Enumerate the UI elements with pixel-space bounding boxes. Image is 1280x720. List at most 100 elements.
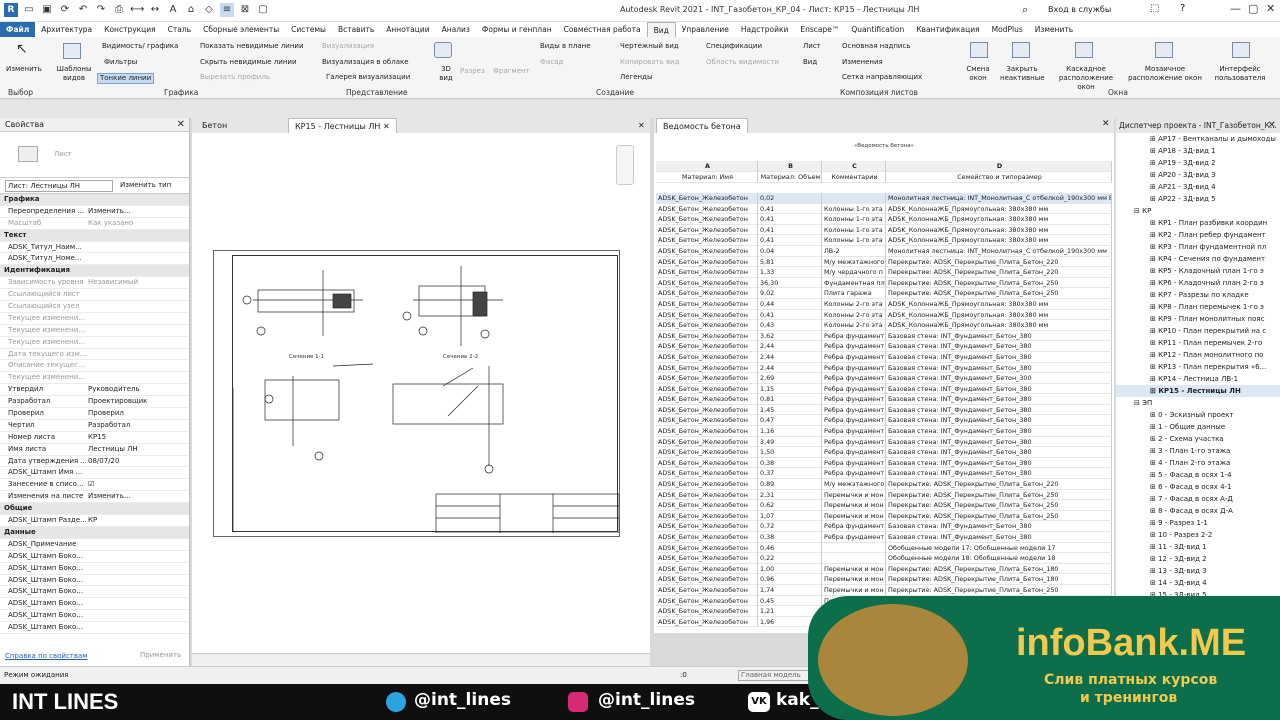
property-row[interactable]: ADSK_Штамп Имя ... — [0, 467, 189, 480]
schedule-cell[interactable]: 0,41 — [758, 309, 822, 321]
schedule-cell[interactable]: ADSK_Бетон_Железобетон — [656, 563, 758, 575]
schedule-cell[interactable]: ADSK_Бетон_Железобетон — [656, 521, 758, 532]
schedule-cell[interactable]: Базовая стена: INT_Фундамент_Бетон_380 — [886, 351, 1112, 363]
render-gallery-button[interactable]: Галерея визуализации — [326, 73, 410, 82]
thin-lines-button[interactable]: Тонкие линии — [97, 73, 155, 84]
schedule-cell[interactable]: Перекрытие: ADSK_Перекрытие_Плита_Бетон_… — [886, 563, 1112, 575]
property-row[interactable]: Текущее изменени... — [0, 372, 189, 385]
col-a[interactable]: A — [656, 161, 758, 172]
schedule-cell[interactable]: Базовая стена: INT_Фундамент_Бетон_300 — [886, 373, 1112, 384]
schedule-row[interactable]: ADSK_Бетон_Железобетон 0,41 Колонны 1-го э… — [656, 224, 1112, 236]
type-selector[interactable]: Лист — [0, 132, 189, 178]
schedule-cell[interactable]: М/у чердачного п — [822, 267, 886, 278]
property-row[interactable]: ADSK_Примечание — [0, 539, 189, 551]
schedule-cell[interactable]: Ребра фундамент — [822, 373, 886, 384]
render-cloud-button[interactable]: Визуализация в облаке — [322, 58, 409, 67]
schedule-cell[interactable]: Ребра фундамент — [822, 426, 886, 437]
expand-icon[interactable]: ⊞ — [1150, 351, 1158, 359]
property-value[interactable] — [86, 253, 189, 264]
view-control-bar[interactable] — [192, 653, 650, 666]
schedule-cell[interactable]: ADSK_Бетон_Железобетон — [656, 394, 758, 405]
schedule-cell[interactable]: Ребра фундамент — [822, 351, 886, 363]
property-value[interactable]: Изменить... — [86, 491, 189, 502]
schedule-cell[interactable]: Перемычки и мон — [822, 489, 886, 501]
3d-view-button[interactable]: 3D вид — [436, 65, 456, 83]
browser-item[interactable]: ⊞ КР7 - Разрезы по кладке — [1116, 289, 1280, 301]
duplicate-view-button[interactable]: Копировать вид — [620, 58, 679, 67]
schedule-cell[interactable]: ADSK_Бетон_Железобетон — [656, 415, 758, 427]
browser-item[interactable]: ⊞ 12 - 3Д-вид 2 — [1116, 553, 1280, 565]
browser-item[interactable]: ⊞ 7 - Фасад в осях А-Д — [1116, 493, 1280, 505]
schedules-button[interactable]: Спецификации — [706, 42, 762, 51]
schedule-row[interactable]: ADSK_Бетон_Железобетон 0,89 М/у межэтажног… — [656, 479, 1112, 490]
browser-item[interactable]: ⊞ КР14 - Лестница ЛВ-1 — [1116, 373, 1280, 385]
revisions-button[interactable]: Изменения — [842, 58, 883, 67]
schedule-cell[interactable]: Ребра фундамент — [822, 415, 886, 427]
tab-kr15-view[interactable]: КР15 - Лестницы ЛН ✕ — [288, 118, 397, 133]
property-section[interactable]: Текст — [0, 229, 189, 242]
schedule-cell[interactable]: ADSK_Бетон_Железобетон — [656, 214, 758, 225]
schedule-cell[interactable]: ADSK_Бетон_Железобетон — [656, 542, 758, 554]
schedule-row[interactable]: ADSK_Бетон_Железобетон 0,41 Колонны 1-го э… — [656, 235, 1112, 246]
switch-windows-button[interactable]: Смена окон — [962, 65, 994, 83]
redo-icon[interactable]: ↷ — [94, 3, 108, 17]
property-value[interactable] — [86, 242, 189, 253]
schedule-row[interactable]: ADSK_Бетон_Железобетон 0,96 Перемычки и мо… — [656, 574, 1112, 585]
col-b[interactable]: B — [758, 161, 822, 172]
schedule-row[interactable]: ADSK_Бетон_Железобетон 1,74 Перемычки и мо… — [656, 584, 1112, 596]
property-row[interactable]: ADSK_Штамп Боко... — [0, 610, 189, 623]
schedule-cell[interactable]: ADSK_Бетон_Железобетон — [656, 298, 758, 310]
schedule-cell[interactable]: Ребра фундамент — [822, 447, 886, 458]
schedule-cell[interactable]: М/у межэтажного — [822, 256, 886, 268]
tab-modplus[interactable]: ModPlus — [986, 22, 1029, 37]
browser-item[interactable]: ⊞ 2 - Схема участка — [1116, 433, 1280, 445]
legends-button[interactable]: Легенды — [620, 73, 653, 82]
property-row[interactable]: ADSK_Титул_Номе... — [0, 253, 189, 266]
schedule-cell[interactable]: Перекрытие: ADSK_Перекрытие_Плита_Бетон_… — [886, 574, 1112, 585]
header-comments[interactable]: Комментарии — [822, 172, 886, 183]
schedule-row[interactable]: ADSK_Бетон_Железобетон 0,22 Обобщенные мод… — [656, 553, 1112, 564]
schedule-cell[interactable]: ADSK_Бетон_Железобетон — [656, 330, 758, 342]
schedule-cell[interactable]: 0,96 — [758, 574, 822, 585]
browser-item[interactable]: ⊞ АР21 - 3Д-вид 4 — [1116, 181, 1280, 193]
property-row[interactable]: Утвердил Руководитель — [0, 384, 189, 397]
schedule-cell[interactable]: ЛВ-2 — [822, 245, 886, 257]
collapse-icon[interactable]: ⊟ — [1134, 207, 1142, 215]
schedule-cell[interactable]: ADSK_Бетон_Железобетон — [656, 479, 758, 490]
property-value[interactable] — [86, 610, 189, 621]
schedule-row[interactable]: ADSK_Бетон_Железобетон 2,69 Ребра фундамен… — [656, 373, 1112, 384]
tab-addins[interactable]: Надстройки — [735, 22, 795, 37]
schedule-row[interactable]: ADSK_Бетон_Железобетон 0,41 Колонны 1-го э… — [656, 214, 1112, 225]
schedule-cell[interactable]: Монолитная лестница: INT_Монолитная_С от… — [886, 193, 1112, 204]
title-block-button[interactable]: Основная надпись — [842, 42, 910, 51]
property-value[interactable]: КР — [86, 515, 189, 526]
visibility-graphics-button[interactable]: Видимость/ графика — [102, 42, 178, 51]
schedule-cell[interactable]: Перемычки и мон — [822, 563, 886, 575]
property-row[interactable]: ADSK_Штамп Боко... — [0, 575, 189, 587]
property-row[interactable]: Занесение в списо... ☑ — [0, 479, 189, 492]
expand-icon[interactable]: ⊞ — [1150, 159, 1158, 167]
schedule-cell[interactable]: Базовая стена: INT_Фундамент_Бетон_380 — [886, 468, 1112, 480]
browser-item[interactable]: ⊞ КР4 - Сечения по фундамент — [1116, 253, 1280, 265]
browser-item[interactable]: ⊞ 8 - Фасад в осях Д-А — [1116, 505, 1280, 517]
property-row[interactable]: Описание текущег... — [0, 360, 189, 373]
schedule-cell[interactable]: ADSK_Бетон_Железобетон — [656, 532, 758, 543]
schedule-cell[interactable]: ADSK_Бетон_Железобетон — [656, 606, 758, 617]
schedule-cell[interactable]: 1,00 — [758, 563, 822, 575]
expand-icon[interactable]: ⊞ — [1150, 327, 1158, 335]
browser-item[interactable]: ⊞ 4 - План 2-го этажа — [1116, 457, 1280, 469]
browser-item[interactable]: ⊞ КР13 - План перекрытия «6... — [1116, 361, 1280, 373]
tab-architecture[interactable]: Архитектура — [35, 22, 98, 37]
elevation-button[interactable]: Фасад — [540, 58, 563, 67]
schedule-cell[interactable]: ADSK_Бетон_Железобетон — [656, 224, 758, 236]
property-value[interactable] — [86, 598, 189, 609]
expand-icon[interactable]: ⊞ — [1150, 147, 1158, 155]
schedule-cell[interactable]: Ребра фундамент — [822, 436, 886, 448]
schedule-cell[interactable]: ADSK_Бетон_Железобетон — [656, 510, 758, 522]
text-icon[interactable]: A — [166, 3, 180, 17]
schedule-cell[interactable]: ADSK_КолоннаЖБ_Прямоугольная: 380x380 мм — [886, 224, 1112, 236]
schedule-cell[interactable]: ADSK_КолоннаЖБ_Прямоугольная: 380x380 мм — [886, 235, 1112, 246]
collapse-icon[interactable]: ⊟ — [1134, 399, 1142, 407]
browser-item[interactable]: ⊞ АР19 - 3Д-вид 2 — [1116, 157, 1280, 169]
schedule-cell[interactable]: ADSK_Бетон_Железобетон — [656, 553, 758, 564]
